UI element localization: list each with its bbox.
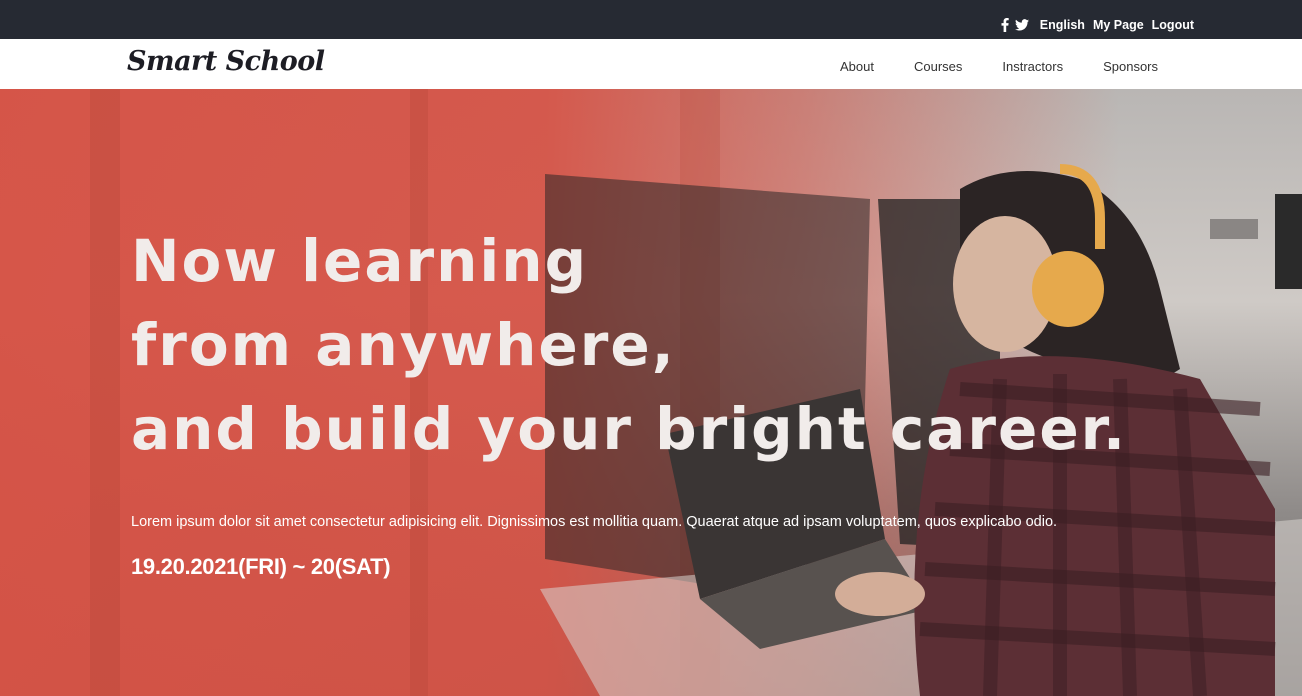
nav-menu: About Courses Instractors Sponsors (840, 59, 1158, 74)
twitter-icon[interactable] (1014, 19, 1029, 31)
headline-line-1: Now learning (131, 227, 589, 295)
nav-item-courses[interactable]: Courses (914, 59, 962, 74)
brand-logo[interactable]: Smart School (127, 46, 325, 77)
headline-line-2: from anywhere, (131, 311, 676, 379)
facebook-icon[interactable] (1001, 18, 1009, 32)
nav-item-about[interactable]: About (840, 59, 874, 74)
hero-description: Lorem ipsum dolor sit amet consectetur a… (131, 514, 1058, 530)
main-navbar: Smart School About Courses Instractors S… (0, 39, 1302, 89)
utility-links: English My Page Logout (1001, 18, 1194, 32)
hero-copy: Now learning from anywhere, and build yo… (131, 219, 1191, 471)
hero-banner: Now learning from anywhere, and build yo… (0, 89, 1302, 696)
logout-link[interactable]: Logout (1152, 18, 1194, 32)
hero-headline: Now learning from anywhere, and build yo… (131, 219, 1191, 471)
nav-item-instractors[interactable]: Instractors (1002, 59, 1063, 74)
my-page-link[interactable]: My Page (1093, 18, 1144, 32)
social-links (1001, 18, 1029, 32)
event-date: 19.20.2021(FRI) ~ 20(SAT) (131, 554, 391, 579)
top-utility-bar: English My Page Logout (0, 0, 1302, 39)
nav-item-sponsors[interactable]: Sponsors (1103, 59, 1158, 74)
language-link[interactable]: English (1040, 18, 1085, 32)
headline-line-3: and build your bright career. (131, 395, 1128, 463)
